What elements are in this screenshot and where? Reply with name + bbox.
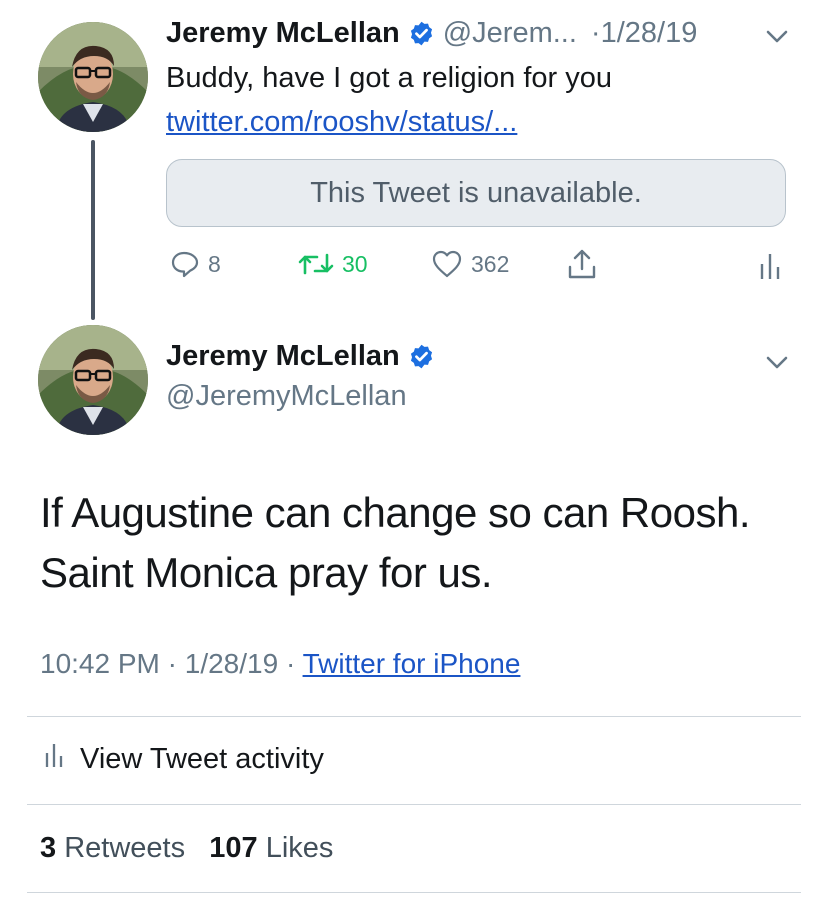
like-count: 362 <box>471 250 510 277</box>
tweet-time: 10:42 PM <box>40 648 160 679</box>
retweet-count: 30 <box>342 250 368 277</box>
analytics-icon <box>44 742 64 776</box>
verified-badge-icon <box>408 343 435 370</box>
likes-stat[interactable]: 107 Likes <box>209 832 333 864</box>
like-count: 107 <box>209 832 258 864</box>
retweet-icon <box>298 249 334 279</box>
tweet-meta: 10:42 PM · 1/28/19 · Twitter for iPhone <box>40 648 520 680</box>
avatar[interactable] <box>38 22 148 132</box>
engagement-stats: 3 Retweets 107 Likes <box>40 832 333 865</box>
reply-button[interactable]: 8 <box>170 249 221 279</box>
author-handle[interactable]: @Jerem... <box>443 17 577 50</box>
chevron-down-icon[interactable] <box>764 23 790 54</box>
reply-icon <box>170 249 200 279</box>
view-activity-button[interactable]: View Tweet activity <box>44 742 324 776</box>
tweet-text-line: Saint Monica pray for us. <box>40 549 493 596</box>
tweet-text: Buddy, have I got a religion for you <box>166 62 613 94</box>
tweet-date: 1/28/19 <box>184 648 279 679</box>
share-icon[interactable] <box>566 247 598 286</box>
unavailable-card[interactable]: This Tweet is unavailable. <box>166 159 786 227</box>
tweet-text: If Augustine can change so can Roosh. Sa… <box>40 483 810 603</box>
retweets-stat[interactable]: 3 Retweets <box>40 832 185 864</box>
verified-badge-icon <box>408 20 435 47</box>
avatar[interactable] <box>38 325 148 435</box>
unavailable-text: This Tweet is unavailable. <box>310 176 642 209</box>
tweet-date[interactable]: ·1/28/19 <box>591 17 697 50</box>
retweet-button[interactable]: 30 <box>298 249 368 279</box>
retweet-count: 3 <box>40 832 57 864</box>
tweet-source-link[interactable]: Twitter for iPhone <box>303 648 521 679</box>
like-icon <box>431 249 463 279</box>
like-button[interactable]: 362 <box>431 249 509 279</box>
chevron-down-icon[interactable] <box>764 349 790 380</box>
quoted-header: Jeremy McLellan @Jerem... ·1/28/19 <box>166 17 697 50</box>
reply-count: 8 <box>208 250 221 277</box>
retweet-label: Retweets <box>64 832 186 864</box>
thread-connector <box>91 140 95 320</box>
like-label: Likes <box>265 832 334 864</box>
view-activity-label: View Tweet activity <box>80 742 324 775</box>
meta-separator: · <box>167 648 177 679</box>
tweet-text-line: If Augustine can change so can Roosh. <box>40 489 751 536</box>
tweet-link[interactable]: twitter.com/rooshv/status/... <box>166 106 517 139</box>
author-name[interactable]: Jeremy McLellan <box>166 17 400 50</box>
divider <box>27 892 801 893</box>
main-header: Jeremy McLellan <box>166 340 435 373</box>
analytics-icon[interactable] <box>759 252 781 285</box>
author-name[interactable]: Jeremy McLellan <box>166 340 400 373</box>
divider <box>27 716 801 717</box>
author-handle[interactable]: @JeremyMcLellan <box>166 380 407 413</box>
divider <box>27 804 801 805</box>
meta-separator: · <box>285 648 296 679</box>
